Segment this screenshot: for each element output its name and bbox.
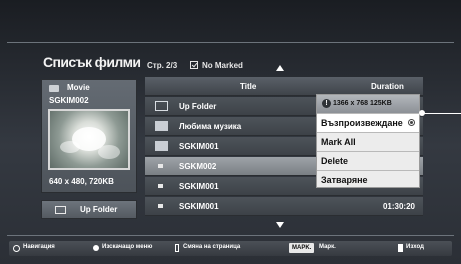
mark-key-icon: MAPK. (289, 243, 315, 253)
preview-type: Movie (67, 83, 90, 92)
info-icon: ! (322, 99, 331, 108)
menu-item-label: Mark All (321, 137, 356, 147)
popup-info-text: 1366 x 768 125KB (333, 100, 392, 107)
preview-thumbnail (48, 109, 130, 170)
folder-icon (155, 141, 168, 151)
popup-info: ! 1366 x 768 125KB (317, 95, 419, 113)
ok-button-icon (408, 119, 415, 126)
menu-item-delete[interactable]: Delete (317, 151, 419, 170)
page-change-icon (175, 244, 179, 252)
popup-menu: ! 1366 x 768 125KB Възпроизвеждане Mark … (316, 94, 420, 188)
menu-item-label: Delete (321, 156, 349, 166)
row-duration: 01:30:20 (382, 202, 415, 211)
callout-line (420, 113, 461, 114)
row-name: SGKIM001 (179, 182, 219, 191)
scroll-down-arrow-icon[interactable] (276, 222, 284, 228)
up-folder-button[interactable]: Up Folder (41, 200, 137, 219)
row-name: Любима музика (179, 122, 242, 131)
exit-key-icon (398, 244, 403, 252)
menu-item-label: Възпроизвеждане (321, 118, 403, 128)
menu-item-mark-all[interactable]: Mark All (317, 132, 419, 151)
menu-item-label: Затваряне (321, 175, 368, 185)
footer-navigation: Навигация (23, 244, 55, 250)
marked-checkbox-icon[interactable] (190, 61, 198, 69)
up-folder-icon (55, 206, 66, 214)
preview-panel: Movie SGKIM002 640 x 480, 720KB (41, 79, 137, 193)
scroll-up-arrow-icon[interactable] (276, 65, 284, 71)
footer-page-change: Смяна на страница (183, 244, 241, 250)
movie-folder-icon (49, 85, 59, 92)
column-duration: Duration (371, 82, 404, 91)
ok-icon (93, 245, 99, 251)
page-indicator: Стр. 2/3 (147, 61, 178, 70)
list-row[interactable]: SGKIM001 01:30:20 (145, 197, 423, 216)
callout-dot (419, 110, 425, 116)
up-folder-label: Up Folder (80, 205, 118, 214)
up-folder-icon (155, 101, 168, 111)
page-title: Списък филми (43, 54, 141, 70)
footer-mark: Марк. (319, 244, 336, 250)
row-name: SGKM002 (179, 162, 217, 171)
marked-label: No Marked (202, 61, 243, 70)
column-title: Title (240, 82, 257, 91)
navigation-icon (13, 245, 20, 252)
menu-item-play[interactable]: Възпроизвеждане (317, 113, 419, 132)
row-name: SGKIM001 (179, 202, 219, 211)
movie-file-icon (158, 204, 163, 208)
bottom-divider (7, 235, 454, 236)
preview-name: SGKIM002 (49, 96, 89, 105)
movie-list-screen: Списък филми Стр. 2/3 No Marked Movie SG… (0, 0, 461, 264)
top-divider (7, 42, 454, 43)
row-name: Up Folder (179, 102, 217, 111)
footer-popup-menu: Изскачащо меню (102, 244, 153, 250)
footer-help-bar: Навигация Изскачащо меню Смяна на страни… (9, 241, 452, 256)
preview-dimensions: 640 x 480, 720KB (49, 177, 114, 186)
menu-item-close[interactable]: Затваряне (317, 170, 419, 189)
folder-icon (155, 121, 168, 131)
movie-file-icon (158, 184, 163, 188)
row-name: SGKIM001 (179, 142, 219, 151)
footer-exit: Изход (406, 244, 424, 250)
movie-file-icon (158, 164, 163, 168)
